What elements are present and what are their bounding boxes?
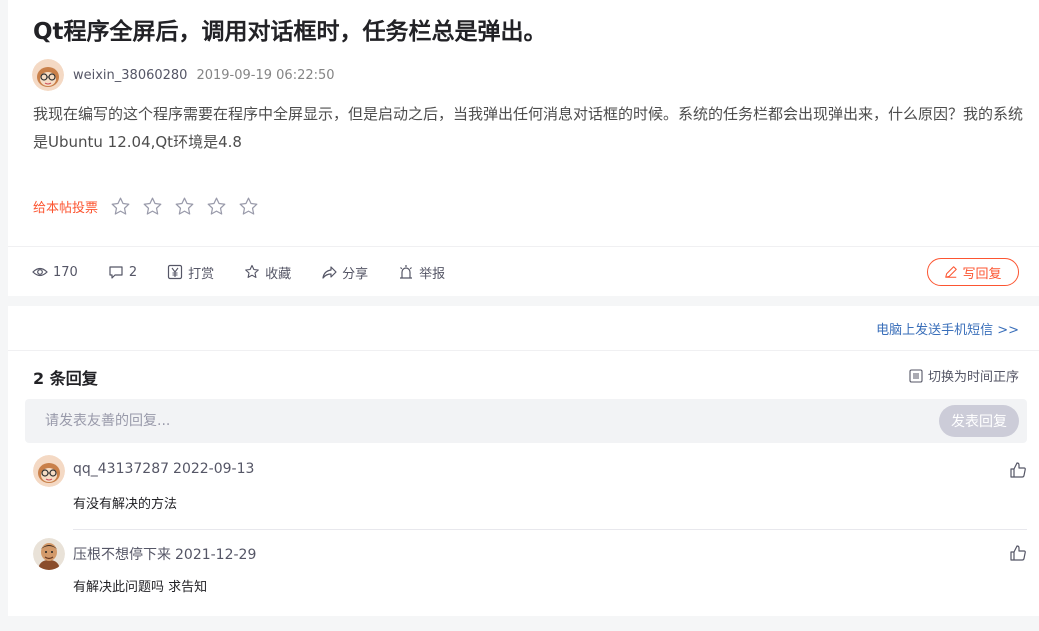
sort-label: 切换为时间正序 [927, 370, 1019, 385]
reward-label: 打赏 [188, 266, 215, 282]
divider [73, 529, 1027, 530]
action-bar: 170 2 打赏 收藏 分享 举报 [32, 258, 475, 286]
views-count: 170 [32, 264, 78, 280]
submit-reply-button[interactable]: 发表回复 [939, 405, 1019, 437]
sort-toggle[interactable]: 切换为时间正序 [909, 366, 1019, 385]
post-date: 2019-09-19 06:22:50 [196, 67, 335, 83]
comments-count[interactable]: 2 [108, 264, 137, 280]
comment-text: 有没有解决的方法 [73, 497, 178, 512]
star-icon[interactable] [110, 196, 131, 217]
favorite-button[interactable]: 收藏 [244, 263, 291, 282]
reward-button[interactable]: 打赏 [167, 263, 214, 282]
divider [8, 350, 1039, 351]
yen-icon [168, 264, 183, 280]
sort-icon [909, 368, 923, 383]
star-outline-icon [245, 264, 259, 278]
avatar[interactable] [33, 455, 65, 487]
avatar[interactable] [33, 538, 65, 570]
comment-icon [109, 266, 123, 279]
star-icon[interactable] [238, 196, 259, 217]
views-label: 170 [53, 264, 78, 280]
share-icon [322, 266, 337, 279]
vote-row: 给本帖投票 [33, 193, 270, 219]
report-label: 举报 [419, 266, 446, 282]
report-button[interactable]: 举报 [398, 263, 445, 282]
star-icon[interactable] [206, 196, 227, 217]
author-name[interactable]: weixin_38060280 [73, 68, 187, 83]
reply-count: 2 条回复 [33, 369, 98, 388]
favorite-label: 收藏 [265, 266, 292, 282]
write-reply-button[interactable]: 写回复 [927, 258, 1019, 286]
reply-input[interactable] [25, 399, 905, 443]
vote-label: 给本帖投票 [33, 200, 99, 216]
comment-user[interactable]: qq_43137287 [73, 461, 169, 477]
author-avatar[interactable] [32, 59, 64, 91]
alert-icon [400, 265, 413, 279]
eye-icon [32, 267, 48, 277]
comment-user[interactable]: 压根不想停下来 [73, 547, 171, 563]
pencil-icon [945, 266, 958, 278]
comment-date: 2022-09-13 [173, 461, 255, 477]
divider [8, 246, 1039, 247]
star-icon[interactable] [174, 196, 195, 217]
post-author-row: weixin_38060280 2019-09-19 06:22:50 [32, 58, 335, 92]
write-reply-label: 写回复 [962, 266, 1002, 282]
post-card: Qt程序全屏后，调用对话框时，任务栏总是弹出。 weixin_38060280 … [8, 0, 1039, 296]
comment-header: 压根不想停下来 2021-12-29 [73, 544, 256, 564]
post-title: Qt程序全屏后，调用对话框时，任务栏总是弹出。 [33, 19, 547, 45]
comment-text: 有解决此问题吗 求告知 [73, 580, 208, 595]
star-icon[interactable] [142, 196, 163, 217]
sms-link[interactable]: 电脑上发送手机短信 >> [876, 319, 1019, 338]
share-button[interactable]: 分享 [321, 263, 368, 282]
thumbs-up-icon[interactable] [1009, 461, 1027, 479]
comments-label: 2 [128, 264, 138, 280]
replies-card: 电脑上发送手机短信 >> 2 条回复 切换为时间正序 发表回复 qq_43137… [8, 306, 1039, 616]
thumbs-up-icon[interactable] [1009, 544, 1027, 562]
share-label: 分享 [342, 266, 369, 282]
comment-header: qq_43137287 2022-09-13 [73, 461, 254, 477]
post-body: 我现在编写的这个程序需要在程序中全屏显示，但是启动之后，当我弹出任何消息对话框的… [33, 105, 1024, 151]
comment-date: 2021-12-29 [175, 547, 257, 563]
reply-input-box: 发表回复 [25, 399, 1027, 443]
